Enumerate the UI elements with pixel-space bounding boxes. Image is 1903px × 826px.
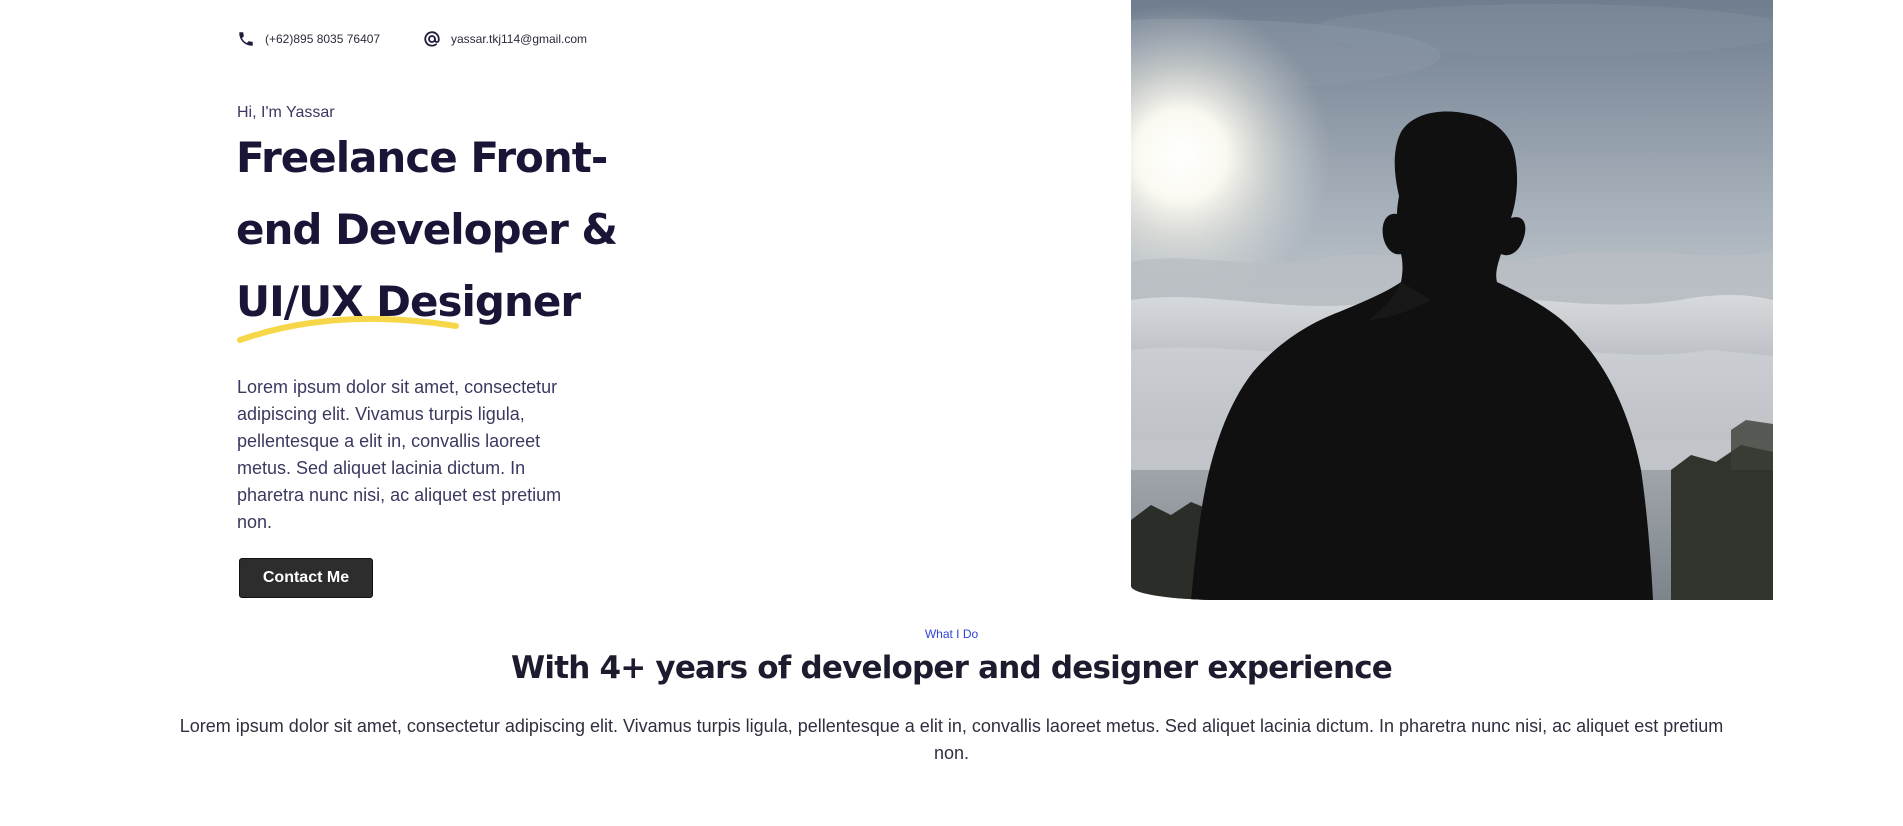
section-description: Lorem ipsum dolor sit amet, consectetur … — [179, 716, 1724, 763]
hero-title-line: UI/UX Designer — [236, 277, 581, 326]
hero-greeting: Hi, I'm Yassar — [237, 104, 335, 121]
hero-title-line: Freelance Front- — [236, 133, 608, 182]
silhouette-photo — [1131, 0, 1773, 600]
contact-me-button[interactable]: Contact Me — [239, 558, 373, 598]
phone-icon — [237, 30, 255, 48]
section-title: With 4+ years of developer and designer … — [510, 650, 1393, 686]
contact-email[interactable]: yassar.tkj114@gmail.com — [423, 30, 587, 48]
hero-title: Freelance Front- end Developer & UI/UX D… — [236, 122, 636, 338]
at-sign-icon — [423, 30, 441, 48]
section-eyebrow: What I Do — [924, 627, 979, 641]
contact-phone[interactable]: (+62)895 8035 76407 — [237, 30, 380, 48]
hero-title-line: end Developer & — [236, 205, 618, 254]
hero-photo — [1131, 0, 1773, 600]
email-address: yassar.tkj114@gmail.com — [451, 32, 588, 46]
phone-number: (+62)895 8035 76407 — [265, 32, 381, 46]
hero-description: Lorem ipsum dolor sit amet, consectetur … — [237, 377, 562, 532]
